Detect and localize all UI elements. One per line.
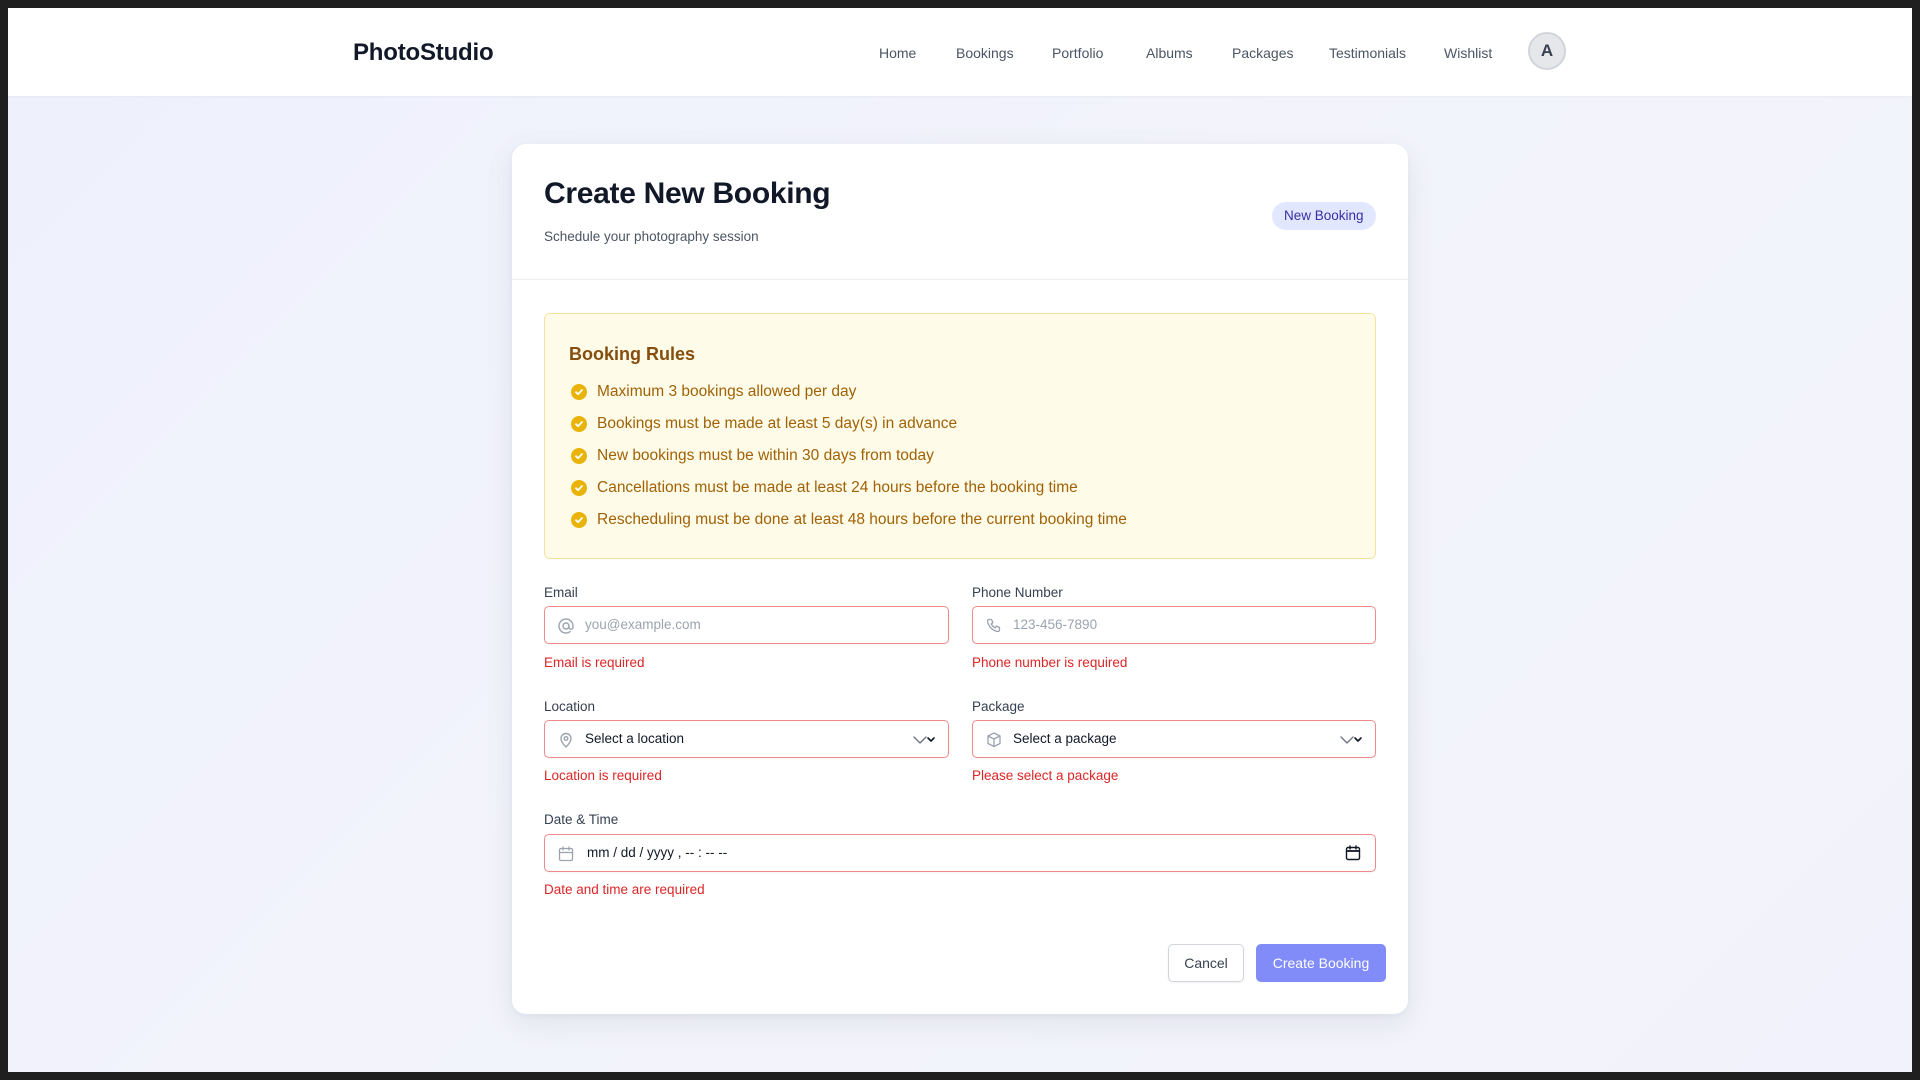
phone-label: Phone Number — [972, 585, 1063, 600]
check-circle-icon — [571, 384, 587, 400]
avatar[interactable]: A — [1528, 32, 1566, 70]
create-booking-button[interactable]: Create Booking — [1256, 944, 1386, 982]
phone-icon — [985, 617, 1003, 635]
nav-testimonials[interactable]: Testimonials — [1329, 45, 1406, 61]
rule-item: Maximum 3 bookings allowed per day — [571, 381, 856, 403]
location-label: Location — [544, 699, 596, 714]
check-circle-icon — [571, 448, 587, 464]
phone-error: Phone number is required — [972, 655, 1128, 670]
check-circle-icon — [571, 416, 587, 432]
page-subtitle: Schedule your photography session — [544, 229, 759, 244]
email-placeholder: you@example.com — [585, 617, 701, 632]
chevron-down-icon — [912, 732, 938, 748]
nav-wishlist[interactable]: Wishlist — [1444, 45, 1492, 61]
package-selected: Select a package — [1013, 731, 1117, 746]
phone-field[interactable]: 123-456-7890 — [972, 606, 1376, 644]
package-label: Package — [972, 699, 1025, 714]
rule-text: Maximum 3 bookings allowed per day — [597, 383, 857, 400]
rule-text: Cancellations must be made at least 24 h… — [597, 479, 1078, 496]
booking-card: Create New Booking Schedule your photogr… — [512, 144, 1408, 1014]
rule-item: Rescheduling must be done at least 48 ho… — [571, 509, 1127, 531]
datetime-label: Date & Time — [544, 812, 619, 827]
card-header: Create New Booking Schedule your photogr… — [512, 144, 1408, 280]
main-nav: Home Bookings Portfolio Albums Packages … — [8, 45, 1912, 65]
rule-item: New bookings must be within 30 days from… — [571, 445, 934, 467]
calendar-icon — [557, 845, 575, 863]
location-error: Location is required — [544, 768, 662, 783]
nav-portfolio[interactable]: Portfolio — [1052, 45, 1103, 61]
email-label: Email — [544, 585, 578, 600]
package-error: Please select a package — [972, 768, 1119, 783]
check-circle-icon — [571, 480, 587, 496]
datetime-value: mm / dd / yyyy , -- : -- -- — [587, 845, 728, 860]
rules-title: Booking Rules — [569, 344, 696, 364]
rule-text: Rescheduling must be done at least 48 ho… — [597, 511, 1127, 528]
app-window: PhotoStudio Home Bookings Portfolio Albu… — [8, 8, 1912, 1072]
datetime-error: Date and time are required — [544, 882, 705, 897]
cancel-button[interactable]: Cancel — [1168, 944, 1244, 982]
email-field[interactable]: you@example.com — [544, 606, 949, 644]
calendar-picker-icon[interactable] — [1345, 845, 1361, 861]
rule-item: Bookings must be made at least 5 day(s) … — [571, 413, 957, 435]
rule-item: Cancellations must be made at least 24 h… — [571, 477, 1078, 499]
location-selected: Select a location — [585, 731, 685, 746]
phone-placeholder: 123-456-7890 — [1013, 617, 1098, 632]
location-select[interactable]: Select a location — [544, 720, 949, 758]
nav-bookings[interactable]: Bookings — [956, 45, 1014, 61]
map-pin-icon — [557, 731, 575, 749]
nav-packages[interactable]: Packages — [1232, 45, 1293, 61]
package-select[interactable]: Select a package — [972, 720, 1376, 758]
booking-rules-panel: Booking Rules Maximum 3 bookings allowed… — [544, 313, 1376, 559]
datetime-field[interactable]: mm / dd / yyyy , -- : -- -- — [544, 834, 1376, 872]
box-icon — [985, 731, 1003, 749]
email-error: Email is required — [544, 655, 645, 670]
check-circle-icon — [571, 512, 587, 528]
rule-text: Bookings must be made at least 5 day(s) … — [597, 415, 958, 432]
page-title: Create New Booking — [544, 177, 831, 210]
at-icon — [557, 617, 575, 635]
rule-text: New bookings must be within 30 days from… — [597, 447, 934, 464]
nav-albums[interactable]: Albums — [1146, 45, 1193, 61]
status-badge: New Booking — [1272, 202, 1376, 230]
nav-home[interactable]: Home — [879, 45, 916, 61]
top-navbar: PhotoStudio Home Bookings Portfolio Albu… — [8, 8, 1912, 96]
chevron-down-icon — [1339, 732, 1365, 748]
